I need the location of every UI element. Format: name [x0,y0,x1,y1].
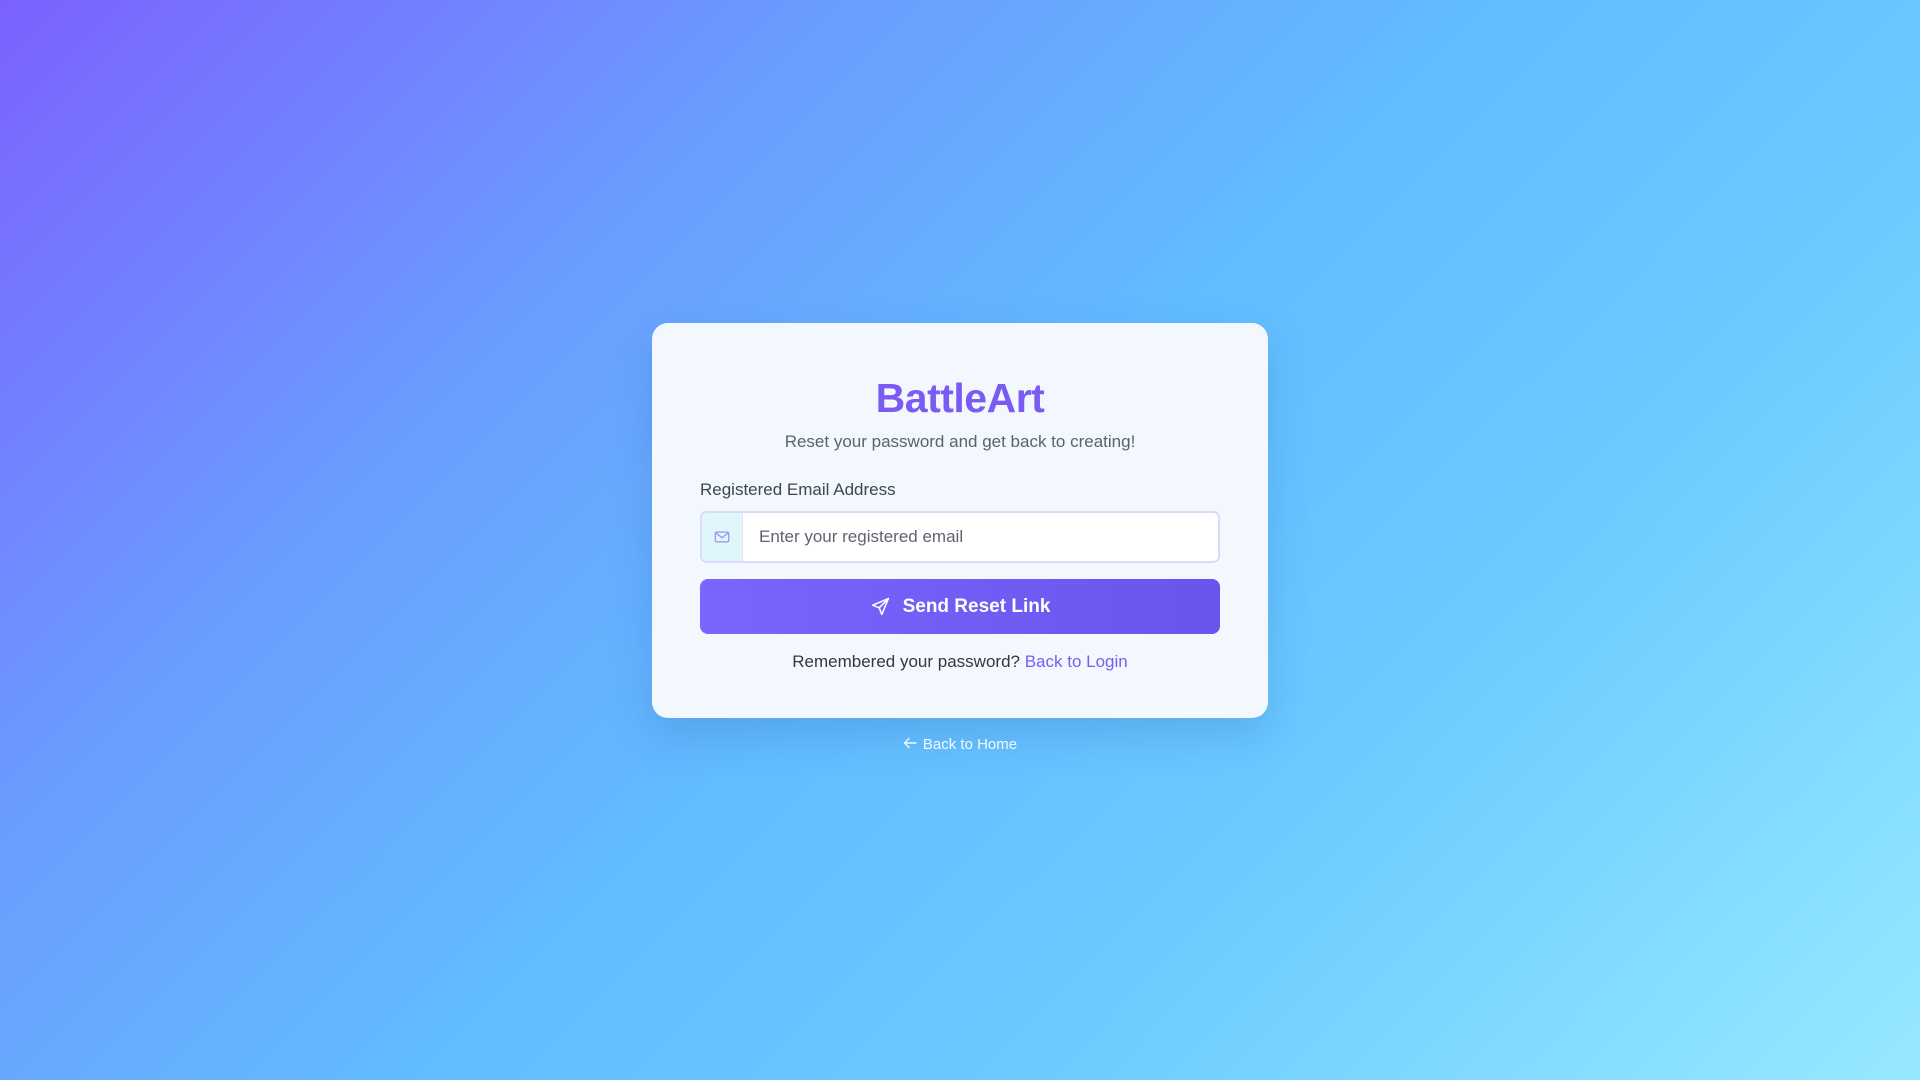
login-prompt: Remembered your password? Back to Login [700,650,1220,674]
send-reset-link-label: Send Reset Link [902,595,1051,617]
envelope-icon [702,513,743,561]
arrow-left-icon [903,733,917,757]
login-prompt-text: Remembered your password? [792,652,1020,671]
back-to-login-link[interactable]: Back to Login [1025,652,1128,671]
back-to-home-link[interactable]: Back to Home [0,733,1920,757]
brand-title: BattleArt [875,375,1045,421]
email-input[interactable] [743,513,1218,561]
email-field [700,511,1220,563]
tagline: Reset your password and get back to crea… [784,432,1136,451]
send-reset-link-button[interactable]: Send Reset Link [700,579,1220,634]
back-to-home-label: Back to Home [922,736,1018,753]
send-icon [871,597,889,616]
reset-password-card: BattleArt Reset your password and get ba… [652,323,1268,718]
email-label: Registered Email Address [700,480,896,499]
